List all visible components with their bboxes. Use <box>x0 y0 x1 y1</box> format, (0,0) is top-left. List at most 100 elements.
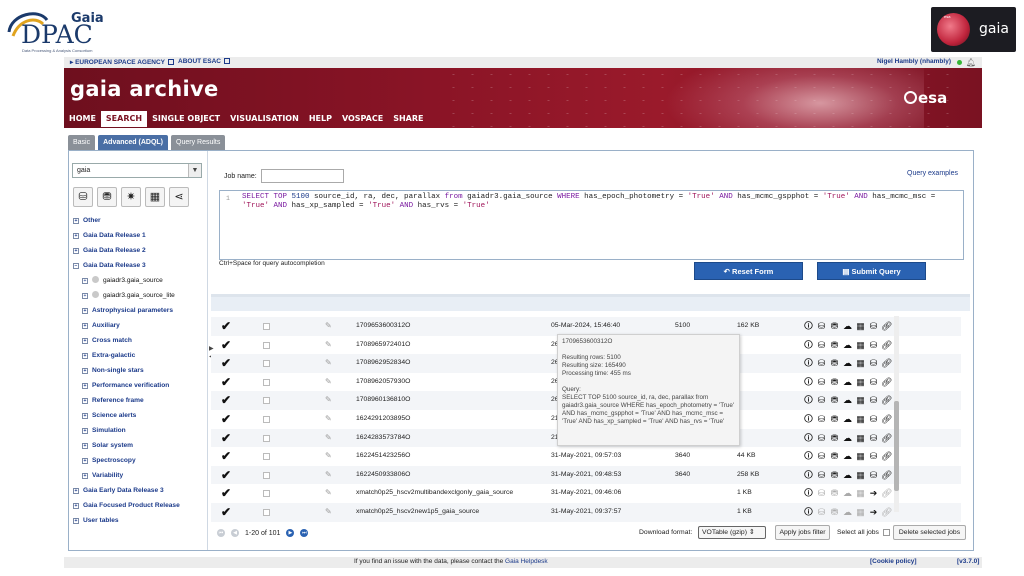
tree-item[interactable]: + Auxiliary <box>73 318 205 333</box>
edit-icon[interactable]: ✎ <box>325 391 332 410</box>
job-id[interactable]: xmatch0p25_hscv2multibandexclgonly_gaia_… <box>356 484 513 503</box>
table-row[interactable]: ✔ ✎ xmatch0p25_hscv2multibandexclgonly_gai… <box>211 484 961 503</box>
edit-icon[interactable]: ✎ <box>325 410 332 429</box>
edit-icon[interactable]: ✎ <box>325 373 332 392</box>
table-row[interactable]: ✔ ✎ 1622450933806O 31-May-2021, 09:48:53 364… <box>211 465 961 485</box>
info-icon[interactable]: 🛈 <box>803 395 814 406</box>
first-page-icon[interactable]: ⏮ <box>217 529 225 537</box>
table-icon[interactable]: ▦ <box>855 470 866 481</box>
job-name-input[interactable] <box>261 169 344 183</box>
upload-cloud-icon[interactable]: ☁ <box>842 433 853 444</box>
row-checkbox[interactable] <box>263 415 270 423</box>
adql-editor[interactable]: 1 SELECT TOP 5100 source_id, ra, dec, pa… <box>219 190 964 260</box>
job-id[interactable]: 1624291203895O <box>356 410 410 429</box>
user-name[interactable]: Nigel Hambly (nhambly) <box>877 58 951 65</box>
tree-item[interactable]: + Astrophysical parameters <box>73 303 205 318</box>
tree-item[interactable]: − Gaia Data Release 3 <box>73 258 205 273</box>
download-icon[interactable]: ⛃ <box>829 488 840 499</box>
row-checkbox[interactable] <box>263 508 270 516</box>
link-icon[interactable]: 🔗︎ <box>881 414 892 425</box>
edit-icon[interactable]: ✎ <box>325 447 332 466</box>
next-page-icon[interactable]: ▶ <box>286 529 295 537</box>
load-table-icon[interactable]: ⛁ <box>816 414 827 425</box>
table-icon[interactable]: ▦ <box>855 488 866 499</box>
load-table-icon[interactable]: ⛁ <box>816 340 827 351</box>
collapse-icon[interactable]: − <box>73 263 79 269</box>
tab-advanced-adql[interactable]: Advanced (ADQL) <box>98 135 169 150</box>
upload-table-icon[interactable]: ⛁ <box>73 187 93 207</box>
upload-cloud-icon[interactable]: ☁ <box>842 451 853 462</box>
tree-item[interactable]: + Gaia Focused Product Release <box>73 498 205 513</box>
expand-icon[interactable]: + <box>82 458 88 464</box>
row-checkbox[interactable] <box>263 453 270 461</box>
upload-cloud-icon[interactable]: ☁ <box>842 340 853 351</box>
tree-item[interactable]: + Performance verification <box>73 378 205 393</box>
info-icon[interactable]: 🛈 <box>803 488 814 499</box>
download-icon[interactable]: ⛃ <box>829 321 840 332</box>
expand-icon[interactable]: + <box>73 218 79 224</box>
expand-icon[interactable]: + <box>73 248 79 254</box>
submit-query-button[interactable]: ▤ Submit Query <box>817 262 926 280</box>
load-table-icon[interactable]: ⛁ <box>816 433 827 444</box>
row-checkbox[interactable] <box>263 341 270 349</box>
load-table-icon[interactable]: ⛁ <box>816 321 827 332</box>
nav-search[interactable]: SEARCH <box>100 111 148 127</box>
info-icon[interactable]: 🛈 <box>803 321 814 332</box>
expand-icon[interactable]: + <box>82 398 88 404</box>
expand-icon[interactable]: + <box>82 383 88 389</box>
load-table-icon[interactable]: ⛁ <box>816 451 827 462</box>
expand-icon[interactable]: + <box>73 233 79 239</box>
star-icon[interactable]: ✷ <box>121 187 141 207</box>
download-format-select[interactable]: VOTable (gzip) ⇕ <box>698 526 766 539</box>
edit-icon[interactable]: ✎ <box>325 354 332 373</box>
delete-selected-jobs-button[interactable]: Delete selected jobs <box>893 525 966 540</box>
link-icon[interactable]: 🔗︎ <box>881 358 892 369</box>
row-checkbox[interactable] <box>263 323 270 330</box>
expand-icon[interactable]: + <box>73 518 79 524</box>
info-icon[interactable]: 🛈 <box>803 377 814 388</box>
info-icon[interactable]: 🛈 <box>803 433 814 444</box>
tree-item[interactable]: + Reference frame <box>73 393 205 408</box>
jobs-scrollbar[interactable] <box>894 316 899 512</box>
table-icon[interactable]: ▦ <box>855 395 866 406</box>
helpdesk-link[interactable]: Gaia Helpdesk <box>505 558 548 565</box>
expand-icon[interactable]: + <box>82 293 88 299</box>
tree-item[interactable]: + Cross match <box>73 333 205 348</box>
apply-jobs-filter-button[interactable]: Apply jobs filter <box>775 525 830 540</box>
download-icon[interactable]: ⛃ <box>829 358 840 369</box>
tab-query-results[interactable]: Query Results <box>171 135 226 150</box>
tree-item[interactable]: + Simulation <box>73 423 205 438</box>
tree-item[interactable]: + User tables <box>73 513 205 528</box>
expand-icon[interactable]: + <box>82 368 88 374</box>
table-icon[interactable]: ▦ <box>855 340 866 351</box>
table-icon[interactable]: ▦ <box>855 414 866 425</box>
tree-item[interactable]: + Solar system <box>73 438 205 453</box>
expand-icon[interactable]: + <box>82 353 88 359</box>
row-checkbox[interactable] <box>263 490 270 498</box>
link-icon[interactable]: 🔗︎ <box>881 377 892 388</box>
row-checkbox[interactable] <box>263 471 270 479</box>
arrow-icon[interactable]: ➔ <box>868 488 879 499</box>
link-icon[interactable]: 🔗︎ <box>881 488 892 499</box>
table-icon[interactable]: ▦ <box>855 433 866 444</box>
database-icon[interactable]: ⛁ <box>868 321 879 332</box>
link-icon[interactable]: 🔗︎ <box>881 321 892 332</box>
job-id[interactable]: 1708962952834O <box>356 354 410 373</box>
share-icon[interactable]: ⋖ <box>169 187 189 207</box>
nav-visualisation[interactable]: VISUALISATION <box>225 111 304 127</box>
nav-home[interactable]: HOME <box>64 111 101 127</box>
download-icon[interactable]: ⛃ <box>829 377 840 388</box>
load-table-icon[interactable]: ⛁ <box>816 395 827 406</box>
upload-cloud-icon[interactable]: ☁ <box>842 414 853 425</box>
row-checkbox[interactable] <box>263 360 270 368</box>
edit-icon[interactable]: ✎ <box>325 429 332 448</box>
row-checkbox[interactable] <box>263 434 270 442</box>
esa-agency-link[interactable]: ▸ EUROPEAN SPACE AGENCY <box>70 58 175 66</box>
tab-basic[interactable]: Basic <box>68 135 96 150</box>
database-icon[interactable]: ⛁ <box>868 451 879 462</box>
info-icon[interactable]: 🛈 <box>803 507 814 518</box>
table-icon[interactable]: ▦ <box>855 507 866 518</box>
job-id[interactable]: 1624283573784O <box>356 429 410 448</box>
job-id[interactable]: 1622451423256O <box>356 447 410 466</box>
tree-item[interactable]: + Spectroscopy <box>73 453 205 468</box>
